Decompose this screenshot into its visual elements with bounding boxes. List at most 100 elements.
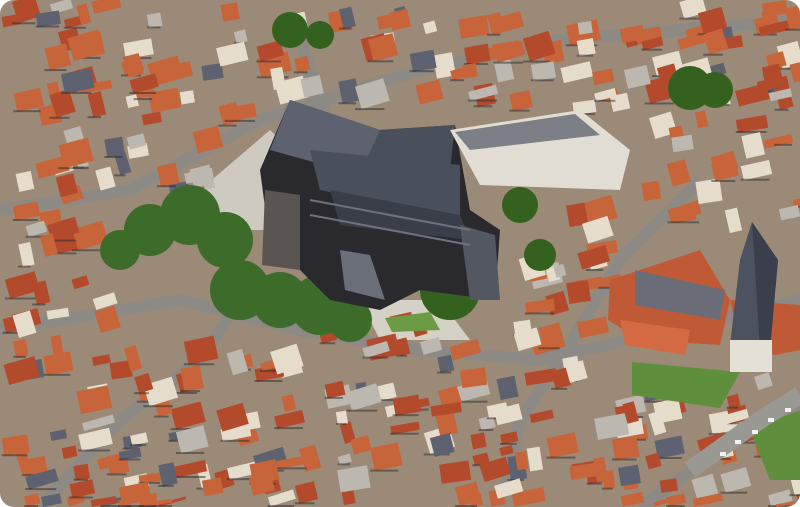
roof-shadow xyxy=(224,119,255,122)
roof-shadow xyxy=(104,155,123,158)
roof-block xyxy=(577,20,593,35)
roof-shadow xyxy=(546,456,576,459)
roof-block xyxy=(612,435,640,461)
roof-block xyxy=(618,464,641,487)
roof-block xyxy=(179,90,195,105)
roof-shadow xyxy=(12,219,38,221)
roof-shadow xyxy=(58,167,89,170)
roof-shadow xyxy=(667,221,700,224)
roof-shadow xyxy=(218,124,237,127)
roof-block xyxy=(641,180,662,202)
roof-shadow xyxy=(774,108,789,111)
roof-shadow xyxy=(276,467,307,470)
roof-shadow xyxy=(44,69,67,72)
roof-shadow xyxy=(473,105,493,108)
roof-shadow xyxy=(4,297,36,300)
roof-block xyxy=(104,136,126,158)
roof-shadow xyxy=(130,443,147,446)
roof-shadow xyxy=(500,442,517,445)
roof-block xyxy=(156,162,180,187)
roof-shadow xyxy=(63,26,86,29)
roof-block xyxy=(220,2,240,22)
roof-shadow xyxy=(392,414,419,417)
roof-shadow xyxy=(601,487,613,490)
roof-shadow xyxy=(25,488,57,491)
roof-shadow xyxy=(594,99,616,102)
roof-shadow xyxy=(154,415,169,418)
roof-block xyxy=(439,460,472,484)
roof-shadow xyxy=(612,458,637,461)
roof-shadow xyxy=(183,363,215,366)
roof-shadow xyxy=(69,496,93,499)
roof-shadow xyxy=(175,392,198,394)
roof-shadow xyxy=(73,478,88,481)
roof-shadow xyxy=(129,92,157,94)
roof-shadow xyxy=(337,463,350,466)
roof-block xyxy=(576,38,596,57)
roof-shadow xyxy=(478,429,494,431)
roof-shadow xyxy=(641,48,662,51)
roof-shadow xyxy=(260,369,278,372)
roof-shadow xyxy=(274,427,303,430)
roof-shadow xyxy=(450,79,464,82)
roof-shadow xyxy=(32,303,46,306)
roof-shadow xyxy=(106,473,127,476)
roof-shadow xyxy=(720,491,747,494)
roof-shadow xyxy=(1,454,28,457)
roof-shadow xyxy=(789,494,800,497)
roof-shadow xyxy=(711,180,736,182)
roof-block xyxy=(13,339,29,358)
roof-shadow xyxy=(294,502,315,505)
roof-shadow xyxy=(158,484,174,487)
roof-shadow xyxy=(133,98,153,101)
roof-shadow xyxy=(530,79,554,82)
roof-block xyxy=(659,478,678,493)
roof-shadow xyxy=(134,392,149,395)
roof-shadow xyxy=(576,54,594,57)
roof-shadow xyxy=(409,70,434,73)
roof-block xyxy=(459,367,488,389)
roof-shadow xyxy=(586,482,602,485)
roof-shadow xyxy=(355,108,385,111)
roof-shadow xyxy=(735,131,767,133)
aerial-scene xyxy=(0,0,800,507)
roof-block xyxy=(146,12,163,29)
aerial-city-photo xyxy=(0,0,800,507)
roof-shadow xyxy=(18,265,31,268)
roof-shadow xyxy=(338,27,352,30)
roof-shadow xyxy=(538,347,560,350)
roof-block xyxy=(566,279,592,305)
roof-shadow xyxy=(11,22,36,25)
roof-shadow xyxy=(522,60,550,63)
roof-shadow xyxy=(175,452,205,454)
roof-shadow xyxy=(390,432,419,435)
roof-shadow xyxy=(644,102,674,105)
roof-shadow xyxy=(551,387,568,390)
roof-shadow xyxy=(368,60,394,63)
roof-shadow xyxy=(78,449,110,452)
roof-shadow xyxy=(13,110,41,113)
roof-shadow xyxy=(49,116,70,119)
roof-shadow xyxy=(324,396,343,399)
roof-shadow xyxy=(468,99,497,102)
roof-shadow xyxy=(72,249,104,252)
roof-shadow xyxy=(362,356,388,359)
roof-shadow xyxy=(180,390,201,393)
roof-shadow xyxy=(319,342,336,345)
roof-shadow xyxy=(43,373,71,376)
roof-shadow xyxy=(174,476,206,478)
roof-shadow xyxy=(395,354,407,357)
roof-shadow xyxy=(486,33,501,36)
roof-shadow xyxy=(254,380,283,382)
roof-shadow xyxy=(220,439,250,442)
roof-block xyxy=(470,432,487,450)
roof-shadow xyxy=(293,71,308,74)
roof-block xyxy=(462,62,478,79)
roof-shadow xyxy=(785,28,800,31)
roof-shadow xyxy=(35,25,60,28)
roof-shadow xyxy=(740,178,770,181)
roof-shadow xyxy=(61,91,92,94)
roof-block xyxy=(180,365,204,392)
roof-shadow xyxy=(726,406,738,409)
roof-block xyxy=(73,463,90,481)
